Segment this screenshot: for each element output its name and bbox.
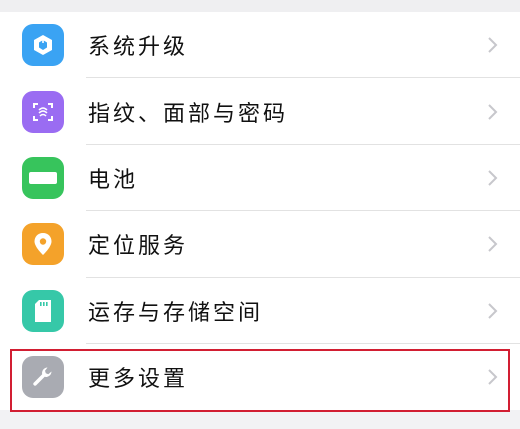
chevron-right-icon <box>488 37 498 53</box>
bottom-spacer <box>0 412 520 429</box>
wrench-icon <box>22 356 64 399</box>
settings-item-label: 系统升级 <box>88 35 189 61</box>
location-pin-icon <box>22 223 64 266</box>
top-strip <box>0 0 520 12</box>
chevron-right-icon <box>488 303 498 319</box>
battery-icon <box>22 156 64 199</box>
chevron-right-icon <box>488 170 498 186</box>
settings-item-ram-storage[interactable]: 运存与存储空间 <box>0 278 520 344</box>
settings-item-location-services[interactable]: 定位服务 <box>0 211 520 278</box>
chevron-right-icon <box>488 369 498 385</box>
sd-card-icon <box>22 289 64 332</box>
settings-item-label: 更多设置 <box>88 367 189 393</box>
settings-item-system-update[interactable]: 系统升级 <box>0 12 520 79</box>
settings-item-label: 定位服务 <box>88 234 189 260</box>
settings-item-label: 运存与存储空间 <box>88 300 264 326</box>
chevron-right-icon <box>488 236 498 253</box>
settings-item-label: 指纹、面部与密码 <box>88 101 289 127</box>
settings-item-more-settings[interactable]: 更多设置 <box>0 344 520 410</box>
settings-item-label: 电池 <box>88 167 139 193</box>
fingerprint-icon <box>22 90 64 133</box>
settings-list: 系统升级 指纹、面部与密码 电池 定位服务 运存与存储空间 更多设置 <box>0 12 520 411</box>
chevron-right-icon <box>488 103 498 120</box>
system-update-icon <box>22 24 64 67</box>
settings-item-fingerprint-face-password[interactable]: 指纹、面部与密码 <box>0 78 520 145</box>
settings-item-battery[interactable]: 电池 <box>0 145 520 212</box>
